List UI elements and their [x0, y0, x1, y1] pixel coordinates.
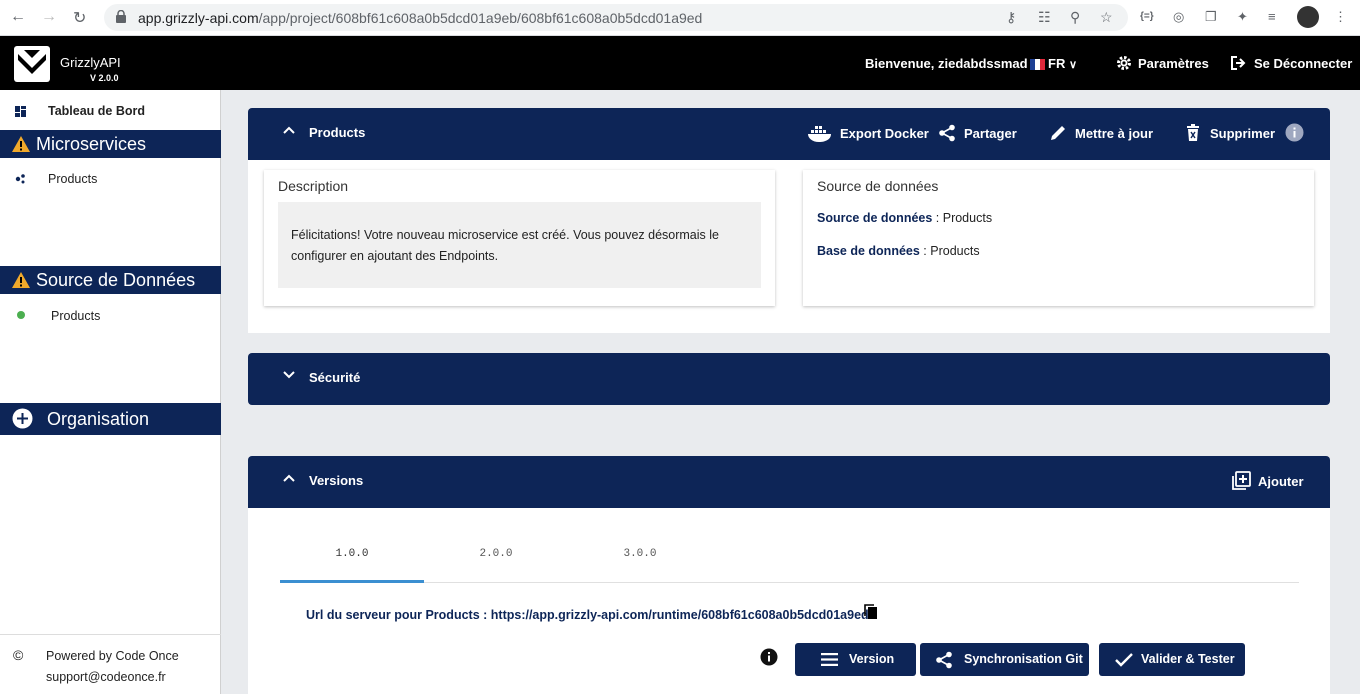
sidebar: Tableau de Bord Microservices Products S… [0, 90, 221, 694]
sidebar-item-dashboard[interactable]: Tableau de Bord [48, 104, 145, 118]
copy-icon[interactable] [864, 604, 878, 620]
zoom-icon[interactable]: ⚲ [1070, 9, 1080, 26]
pencil-icon [1051, 126, 1065, 140]
kebab-menu-icon[interactable]: ⋮ [1334, 9, 1347, 25]
version-button[interactable]: Version [795, 643, 916, 676]
datasource-field: Source de données : Products [817, 211, 993, 225]
git-sync-button[interactable]: Synchronisation Git [920, 643, 1089, 676]
address-bar[interactable]: app.grizzly-api.com/app/project/608bf61c… [104, 4, 1128, 31]
reading-list-icon[interactable]: ≡ [1268, 9, 1276, 24]
products-panel-title: Products [309, 125, 366, 140]
sidebar-header-microservices[interactable]: Microservices [0, 130, 221, 158]
products-panel-body: Description Félicitations! Votre nouveau… [248, 160, 1330, 333]
puzzle-icon[interactable]: ✦ [1237, 9, 1248, 25]
share-button[interactable]: Partager [964, 126, 1017, 141]
description-card: Description Félicitations! Votre nouveau… [264, 170, 775, 306]
share-icon [939, 124, 955, 142]
sidebar-header-datasource[interactable]: Source de Données [0, 266, 221, 294]
json-extension-icon[interactable]: {=} [1140, 11, 1154, 22]
add-circle-icon [12, 408, 33, 429]
tab-version-3[interactable]: 3.0.0 [568, 548, 712, 560]
app-version: V 2.0.0 [90, 73, 119, 83]
sidebar-header-organisation[interactable]: Organisation [0, 403, 221, 435]
copyright-icon: © [13, 647, 24, 663]
extension-icon[interactable]: ◎ [1173, 9, 1184, 25]
sidebar-item-microservice-products[interactable]: Products [48, 172, 97, 186]
products-panel-header[interactable]: Products Export Docker Partager Mettre à… [248, 108, 1330, 160]
update-button[interactable]: Mettre à jour [1075, 126, 1153, 141]
browser-toolbar: ← → ↻ app.grizzly-api.com/app/project/60… [0, 0, 1360, 36]
chevron-up-icon[interactable] [283, 474, 295, 482]
datasource-status-icon [17, 311, 25, 319]
tab-version-1[interactable]: 1.0.0 [280, 548, 424, 560]
language-select[interactable]: FR ∨ [1048, 56, 1077, 71]
server-url: Url du serveur pour Products : https://a… [306, 608, 869, 622]
warning-icon [12, 272, 30, 288]
share-icon [936, 651, 952, 669]
active-tab-indicator [280, 580, 424, 583]
security-panel-title: Sécurité [309, 370, 361, 385]
profile-avatar[interactable] [1297, 6, 1319, 28]
welcome-text: Bienvenue, ziedabdssmad [865, 56, 1028, 71]
datasource-card-title: Source de données [817, 178, 939, 194]
sidebar-footer: © Powered by Code Once support@codeonce.… [0, 634, 221, 694]
versions-panel-title: Versions [309, 473, 364, 488]
reload-icon[interactable]: ↻ [73, 8, 86, 28]
back-icon[interactable]: ← [10, 8, 26, 26]
gear-icon [1117, 56, 1131, 70]
translate-icon[interactable]: ☷ [1038, 9, 1051, 26]
chevron-down-icon[interactable] [283, 371, 295, 379]
add-box-icon [1232, 471, 1251, 490]
microservice-icon [15, 174, 25, 184]
forward-icon[interactable]: → [41, 8, 57, 26]
add-version-button[interactable]: Ajouter [1258, 474, 1304, 489]
delete-button[interactable]: Supprimer [1210, 126, 1275, 141]
description-title: Description [278, 178, 349, 194]
tab-version-2[interactable]: 2.0.0 [424, 548, 568, 560]
version-tabs: 1.0.0 2.0.0 3.0.0 [280, 530, 1299, 583]
checkmark-icon [1115, 653, 1133, 667]
lock-icon [116, 10, 126, 23]
trash-icon [1187, 124, 1199, 141]
brand-name: GrizzlyAPI [60, 55, 121, 70]
versions-panel-header[interactable]: Versions Ajouter [248, 456, 1330, 508]
description-text: Félicitations! Votre nouveau microservic… [278, 202, 761, 288]
sidebar-item-datasource-products[interactable]: Products [51, 309, 100, 323]
chevron-up-icon[interactable] [283, 126, 295, 134]
logout-icon [1231, 56, 1246, 70]
grizzly-logo [14, 46, 50, 82]
app-topbar: GrizzlyAPI V 2.0.0 Bienvenue, ziedabdssm… [0, 36, 1360, 90]
settings-link[interactable]: Paramètres [1138, 56, 1209, 71]
security-panel-header[interactable]: Sécurité [248, 353, 1330, 405]
database-field: Base de données : Products [817, 244, 980, 258]
support-email[interactable]: support@codeonce.fr [46, 670, 166, 684]
warning-icon [12, 136, 30, 152]
dashboard-icon [15, 106, 26, 117]
url-text: app.grizzly-api.com/app/project/608bf61c… [138, 10, 703, 26]
export-docker-button[interactable]: Export Docker [840, 126, 929, 141]
info-icon[interactable] [760, 648, 778, 666]
logout-link[interactable]: Se Déconnecter [1254, 56, 1352, 71]
key-icon[interactable]: ⚷ [1006, 9, 1016, 26]
menu-icon [821, 653, 838, 666]
docker-icon [808, 126, 831, 142]
copy-extension-icon[interactable]: ❐ [1205, 9, 1217, 25]
info-icon[interactable] [1285, 123, 1304, 142]
validate-test-button[interactable]: Valider & Tester [1099, 643, 1245, 676]
powered-by-text: Powered by Code Once [46, 649, 179, 663]
datasource-card: Source de données Source de données : Pr… [803, 170, 1314, 306]
france-flag-icon [1030, 57, 1045, 75]
bookmark-star-icon[interactable]: ☆ [1100, 9, 1113, 26]
